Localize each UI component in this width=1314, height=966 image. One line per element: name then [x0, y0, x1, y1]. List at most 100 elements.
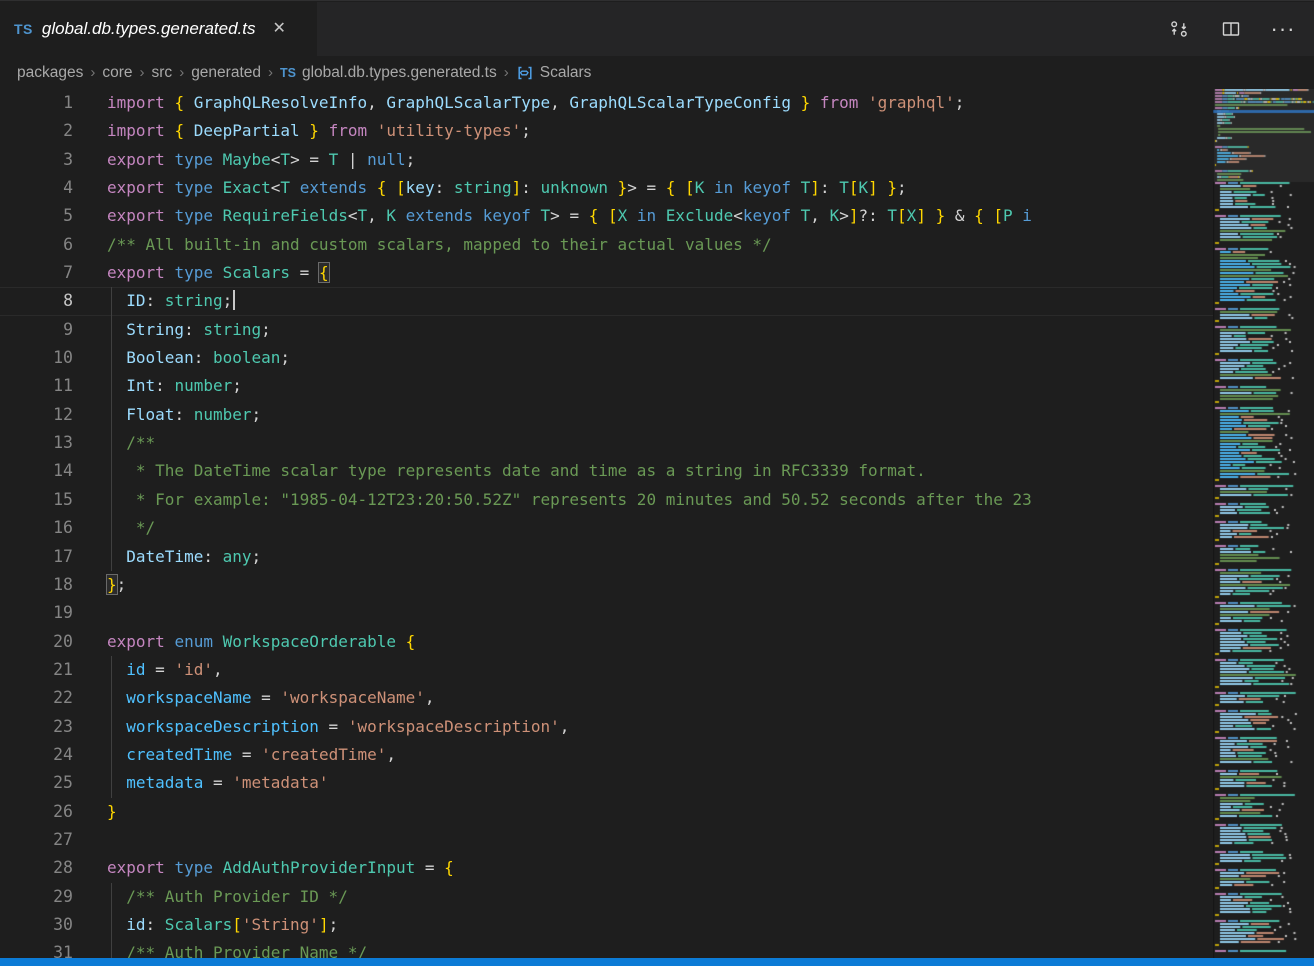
- code-text: id = 'id',: [73, 656, 1314, 684]
- line-number: 9: [0, 316, 73, 344]
- code-line[interactable]: 1import { GraphQLResolveInfo, GraphQLSca…: [0, 89, 1314, 117]
- line-number: 22: [0, 684, 73, 712]
- code-line[interactable]: 10 Boolean: boolean;: [0, 344, 1314, 372]
- code-text: String: string;: [73, 316, 1314, 344]
- code-editor[interactable]: 1import { GraphQLResolveInfo, GraphQLSca…: [0, 89, 1314, 958]
- code-line[interactable]: 4export type Exact<T extends { [key: str…: [0, 174, 1314, 202]
- line-number: 27: [0, 826, 73, 854]
- breadcrumb-generated[interactable]: generated: [191, 64, 261, 82]
- code-text: /** All built-in and custom scalars, map…: [73, 231, 1314, 259]
- line-number: 11: [0, 372, 73, 400]
- code-text: workspaceName = 'workspaceName',: [73, 684, 1314, 712]
- code-line[interactable]: 7export type Scalars = {: [0, 259, 1314, 287]
- line-number: 2: [0, 117, 73, 145]
- line-number: 31: [0, 939, 73, 958]
- code-line[interactable]: 12 Float: number;: [0, 401, 1314, 429]
- line-number: 19: [0, 599, 73, 627]
- breadcrumb-separator: ›: [504, 64, 509, 81]
- code-line[interactable]: 11 Int: number;: [0, 372, 1314, 400]
- code-line[interactable]: 6/** All built-in and custom scalars, ma…: [0, 231, 1314, 259]
- line-number: 25: [0, 769, 73, 797]
- code-text: import { DeepPartial } from 'utility-typ…: [73, 117, 1314, 145]
- status-bar: [0, 958, 1314, 966]
- line-number: 17: [0, 543, 73, 571]
- code-line[interactable]: 29 /** Auth Provider ID */: [0, 883, 1314, 911]
- text-cursor: [233, 290, 235, 310]
- code-text: export type AddAuthProviderInput = {: [73, 854, 1314, 882]
- line-number: 21: [0, 656, 73, 684]
- split-editor-icon[interactable]: [1218, 16, 1244, 42]
- code-line[interactable]: 22 workspaceName = 'workspaceName',: [0, 684, 1314, 712]
- code-text: export enum WorkspaceOrderable {: [73, 628, 1314, 656]
- line-number: 13: [0, 429, 73, 457]
- code-line[interactable]: 27: [0, 826, 1314, 854]
- code-line[interactable]: 15 * For example: "1985-04-12T23:20:50.5…: [0, 486, 1314, 514]
- code-line[interactable]: 13 /**: [0, 429, 1314, 457]
- code-line[interactable]: 17 DateTime: any;: [0, 543, 1314, 571]
- code-line[interactable]: 2import { DeepPartial } from 'utility-ty…: [0, 117, 1314, 145]
- minimap[interactable]: [1213, 89, 1314, 958]
- code-line[interactable]: 24 createdTime = 'createdTime',: [0, 741, 1314, 769]
- breadcrumb-separator: ›: [140, 64, 145, 81]
- code-line[interactable]: 9 String: string;: [0, 316, 1314, 344]
- breadcrumb-packages[interactable]: packages: [17, 64, 83, 82]
- line-number: 8: [0, 287, 73, 315]
- tab-global-db-types[interactable]: TS global.db.types.generated.ts ✕: [0, 2, 317, 56]
- code-text: [73, 599, 1314, 627]
- symbol-type-icon: [516, 64, 534, 82]
- code-text: DateTime: any;: [73, 543, 1314, 571]
- code-line[interactable]: 20export enum WorkspaceOrderable {: [0, 628, 1314, 656]
- code-line[interactable]: 18};: [0, 571, 1314, 599]
- code-line[interactable]: 14 * The DateTime scalar type represents…: [0, 457, 1314, 485]
- line-number: 26: [0, 798, 73, 826]
- breadcrumb-separator: ›: [268, 64, 273, 81]
- line-number: 20: [0, 628, 73, 656]
- code-line[interactable]: 28export type AddAuthProviderInput = {: [0, 854, 1314, 882]
- code-line[interactable]: 31 /** Auth Provider Name */: [0, 939, 1314, 958]
- code-text: export type RequireFields<T, K extends k…: [73, 202, 1314, 230]
- code-line[interactable]: 8 ID: string;: [0, 287, 1314, 315]
- line-number: 24: [0, 741, 73, 769]
- editor-actions: ···: [1166, 2, 1314, 56]
- code-line[interactable]: 21 id = 'id',: [0, 656, 1314, 684]
- breadcrumb: packages › core › src › generated › TS g…: [0, 56, 1314, 89]
- typescript-file-icon: TS: [14, 21, 33, 37]
- code-text: export type Maybe<T> = T | null;: [73, 146, 1314, 174]
- close-tab-icon[interactable]: ✕: [273, 21, 286, 37]
- code-line[interactable]: 26}: [0, 798, 1314, 826]
- line-number: 30: [0, 911, 73, 939]
- code-text: workspaceDescription = 'workspaceDescrip…: [73, 713, 1314, 741]
- breadcrumb-separator: ›: [179, 64, 184, 81]
- more-actions-icon[interactable]: ···: [1270, 16, 1296, 42]
- code-line[interactable]: 23 workspaceDescription = 'workspaceDesc…: [0, 713, 1314, 741]
- line-number: 3: [0, 146, 73, 174]
- code-text: Float: number;: [73, 401, 1314, 429]
- code-line[interactable]: 16 */: [0, 514, 1314, 542]
- code-text: Int: number;: [73, 372, 1314, 400]
- code-text: export type Scalars = {: [73, 259, 1314, 287]
- line-number: 10: [0, 344, 73, 372]
- line-number: 23: [0, 713, 73, 741]
- code-text: [73, 826, 1314, 854]
- code-line[interactable]: 5export type RequireFields<T, K extends …: [0, 202, 1314, 230]
- code-line[interactable]: 19: [0, 599, 1314, 627]
- line-number: 4: [0, 174, 73, 202]
- code-text: };: [73, 571, 1314, 599]
- typescript-file-icon: TS: [280, 66, 296, 80]
- breadcrumb-separator: ›: [90, 64, 95, 81]
- code-lines: 1import { GraphQLResolveInfo, GraphQLSca…: [0, 89, 1314, 958]
- code-line[interactable]: 3export type Maybe<T> = T | null;: [0, 146, 1314, 174]
- breadcrumb-file[interactable]: TS global.db.types.generated.ts: [280, 64, 497, 82]
- code-text: import { GraphQLResolveInfo, GraphQLScal…: [73, 89, 1314, 117]
- code-text: /**: [73, 429, 1314, 457]
- code-text: ID: string;: [73, 287, 1314, 315]
- line-number: 29: [0, 883, 73, 911]
- tab-title: global.db.types.generated.ts: [42, 19, 256, 39]
- code-line[interactable]: 30 id: Scalars['String'];: [0, 911, 1314, 939]
- open-changes-icon[interactable]: [1166, 16, 1192, 42]
- breadcrumb-src[interactable]: src: [152, 64, 173, 82]
- breadcrumb-symbol[interactable]: Scalars: [516, 64, 592, 82]
- breadcrumb-core[interactable]: core: [102, 64, 132, 82]
- line-number: 1: [0, 89, 73, 117]
- code-line[interactable]: 25 metadata = 'metadata': [0, 769, 1314, 797]
